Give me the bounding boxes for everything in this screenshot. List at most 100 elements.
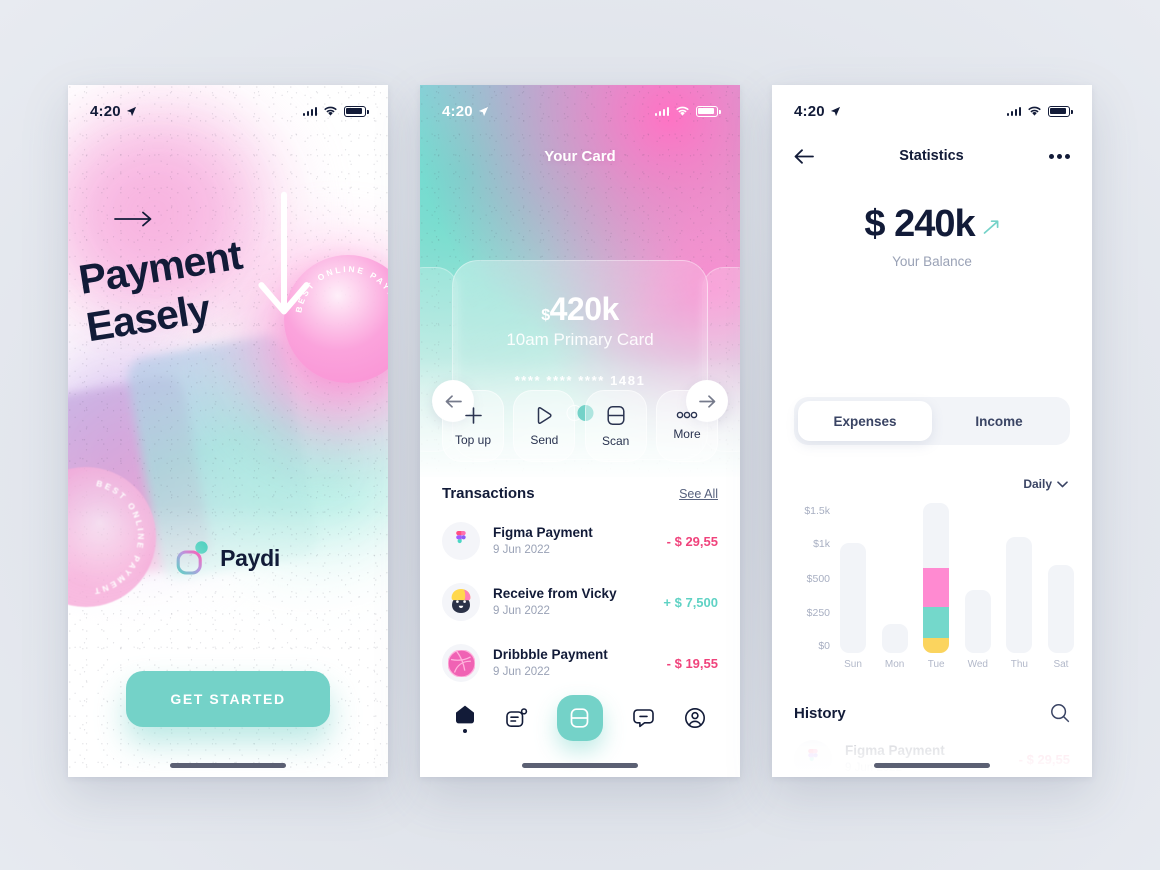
dribbble-logo-icon bbox=[442, 644, 480, 682]
active-dot bbox=[463, 728, 468, 733]
action-label: Send bbox=[530, 432, 559, 447]
user-icon bbox=[684, 708, 705, 728]
list-item[interactable]: Dribbble Payment 9 Jun 2022 - $ 19,55 bbox=[442, 635, 718, 691]
more-icon bbox=[676, 411, 698, 419]
tab-expenses[interactable]: Expenses bbox=[798, 401, 932, 441]
transaction-name: Dribbble Payment bbox=[493, 646, 608, 662]
transaction-name: Receive from Vicky bbox=[493, 585, 617, 601]
home-indicator bbox=[874, 763, 990, 768]
y-tick: $250 bbox=[806, 607, 830, 619]
wifi-icon bbox=[324, 106, 337, 116]
status-indicators bbox=[654, 105, 721, 117]
balance-amount: $ 240k bbox=[864, 203, 975, 245]
card-currency: $ bbox=[541, 307, 550, 324]
plus-icon bbox=[464, 406, 482, 424]
battery-icon bbox=[1048, 105, 1073, 117]
action-send[interactable]: Send bbox=[513, 390, 576, 462]
messages-tab[interactable] bbox=[632, 708, 655, 728]
action-label: Scan bbox=[601, 433, 630, 448]
chevron-down-icon bbox=[1057, 480, 1068, 487]
bottom-tab-bar bbox=[420, 689, 740, 747]
y-tick: $500 bbox=[806, 573, 830, 585]
action-label: More bbox=[673, 427, 701, 441]
list-item[interactable]: Receive from Vicky 9 Jun 2022 + $ 7,500 bbox=[442, 574, 718, 630]
transaction-date: 9 Jun 2022 bbox=[493, 544, 550, 557]
scan-icon bbox=[607, 405, 625, 425]
home-icon bbox=[456, 705, 475, 723]
status-time-group: 4:20 bbox=[90, 103, 137, 120]
status-time-group: 4:20 bbox=[794, 103, 841, 120]
cellular-icon bbox=[302, 106, 317, 116]
y-tick: $1.5k bbox=[804, 505, 830, 517]
transactions-header: Transactions See All bbox=[442, 485, 718, 502]
expense-income-toggle: Expenses Income bbox=[794, 397, 1070, 445]
location-arrow-icon bbox=[126, 106, 136, 116]
figma-logo-icon bbox=[442, 522, 480, 560]
section-title: Transactions bbox=[442, 485, 535, 502]
card-amount-value: 420k bbox=[549, 291, 620, 327]
status-time: 4:20 bbox=[442, 102, 473, 120]
status-indicators bbox=[302, 105, 369, 117]
x-tick: Thu bbox=[1010, 659, 1028, 670]
card-balance: $420k bbox=[541, 291, 619, 328]
y-tick: $0 bbox=[818, 640, 830, 652]
status-indicators bbox=[1006, 105, 1073, 117]
chart-plot-area bbox=[840, 503, 1074, 653]
y-tick: $1k bbox=[813, 538, 830, 550]
statistics-header: Statistics bbox=[794, 143, 1070, 169]
trend-up-icon bbox=[983, 220, 999, 234]
balance-block: $ 240k Your Balance bbox=[772, 203, 1092, 269]
bar-column-thu[interactable] bbox=[1006, 503, 1033, 653]
x-tick: Sun bbox=[844, 659, 862, 670]
brand-name: Paydi bbox=[220, 544, 280, 571]
action-top-up[interactable]: Top up bbox=[442, 390, 504, 462]
battery-icon bbox=[344, 105, 369, 117]
bar-column-wed[interactable] bbox=[964, 503, 991, 653]
range-selector[interactable]: Daily bbox=[1023, 477, 1068, 491]
bar-column-sat[interactable] bbox=[1047, 503, 1074, 653]
tab-income[interactable]: Income bbox=[932, 401, 1066, 441]
more-options-button[interactable] bbox=[1048, 153, 1070, 159]
home-tab[interactable] bbox=[454, 704, 476, 733]
get-started-button[interactable]: GET STARTED bbox=[126, 671, 330, 727]
transaction-name: Figma Payment bbox=[493, 524, 593, 540]
bar-column-tue[interactable] bbox=[923, 503, 950, 653]
wallet-tab[interactable] bbox=[556, 695, 603, 741]
cellular-icon bbox=[654, 106, 669, 116]
cellular-icon bbox=[1006, 106, 1021, 116]
page-title: Your Card bbox=[544, 148, 616, 165]
page-title: Statistics bbox=[899, 148, 964, 164]
bar-column-mon[interactable] bbox=[881, 503, 908, 653]
cards-tab[interactable] bbox=[505, 707, 528, 729]
quick-actions: Top up Send Scan More bbox=[442, 390, 718, 462]
expenses-bar-chart: $1.5k $1k $500 $250 $0 Sun Mon Tue Wed T… bbox=[792, 503, 1074, 683]
action-more[interactable]: More bbox=[655, 390, 718, 462]
person-avatar bbox=[442, 583, 480, 621]
chart-x-axis: Sun Mon Tue Wed Thu Sat bbox=[840, 659, 1074, 670]
badge-text-secondary: BEST ONLINE PAYMENT bbox=[91, 478, 143, 597]
x-tick: Mon bbox=[884, 659, 905, 670]
arrow-right-icon bbox=[114, 211, 152, 227]
chat-icon bbox=[632, 709, 654, 728]
x-tick: Wed bbox=[967, 659, 988, 670]
wifi-icon bbox=[1028, 106, 1041, 116]
wifi-icon bbox=[676, 106, 689, 116]
phone-onboarding: 4:20 Payment Easely BEST ONLINE PAYMENT bbox=[68, 85, 388, 777]
wallet-icon bbox=[571, 708, 589, 728]
paydi-logo-icon bbox=[176, 541, 208, 575]
action-scan[interactable]: Scan bbox=[584, 390, 647, 462]
transaction-amount: - $ 19,55 bbox=[666, 655, 718, 671]
back-button[interactable] bbox=[794, 148, 814, 164]
bar-segment-c bbox=[923, 638, 950, 653]
profile-tab[interactable] bbox=[684, 707, 706, 729]
card-list-icon bbox=[506, 707, 528, 727]
card-name: 10am Primary Card bbox=[506, 330, 654, 349]
list-item[interactable]: Figma Payment 9 Jun 2022 - $ 29,55 bbox=[442, 513, 718, 569]
balance-label: Your Balance bbox=[892, 254, 972, 269]
home-indicator bbox=[522, 763, 638, 768]
status-time: 4:20 bbox=[90, 102, 121, 120]
chart-y-axis: $1.5k $1k $500 $250 $0 bbox=[792, 503, 834, 653]
card-number: **** **** **** 1481 bbox=[514, 373, 646, 388]
bar-column-sun[interactable] bbox=[840, 503, 866, 653]
see-all-link[interactable]: See All bbox=[679, 487, 718, 501]
